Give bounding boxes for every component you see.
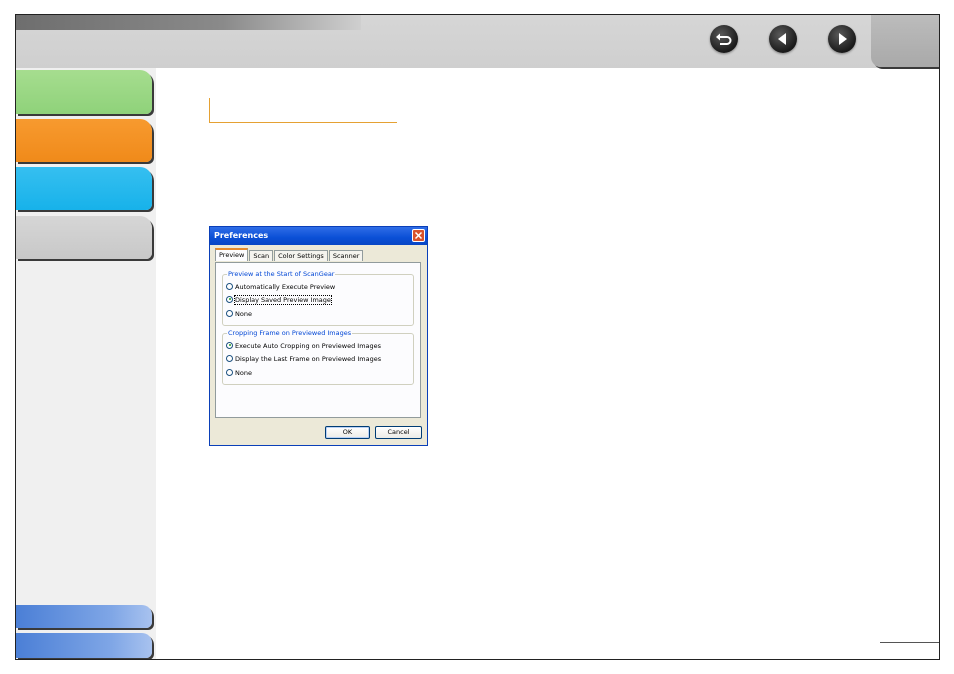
top-right-tab[interactable]: [871, 15, 939, 67]
sidebar-tab-gray[interactable]: [16, 216, 152, 259]
radio-icon: [226, 282, 233, 290]
page-frame: Preferences Preview Scan Color Settings …: [15, 14, 940, 660]
page-number-rule: [880, 642, 939, 643]
section-heading-rule: [209, 98, 397, 123]
group-legend: Preview at the Start of ScanGear: [227, 270, 336, 279]
ok-button[interactable]: OK: [325, 426, 370, 439]
top-bar: [16, 15, 939, 68]
sidebar-tab-orange[interactable]: [16, 119, 152, 162]
radio-icon: [226, 368, 233, 376]
sidebar: [16, 68, 156, 659]
back-icon[interactable]: [710, 25, 738, 53]
sidebar-tab-blue-lower[interactable]: [16, 633, 152, 658]
previous-page-icon[interactable]: [769, 25, 797, 53]
radio-selected-icon: [226, 341, 233, 349]
radio-auto-cropping[interactable]: Execute Auto Cropping on Previewed Image…: [226, 341, 381, 351]
tab-scan[interactable]: Scan: [249, 250, 274, 261]
radio-label: Execute Auto Cropping on Previewed Image…: [235, 342, 382, 350]
radio-selected-icon: [226, 295, 233, 303]
cropping-frame-group: Cropping Frame on Previewed Images Execu…: [222, 329, 414, 385]
radio-label: Display the Last Frame on Previewed Imag…: [235, 355, 382, 363]
sidebar-tab-cyan[interactable]: [16, 167, 152, 210]
dialog-tabs: Preview Scan Color Settings Scanner: [215, 248, 364, 262]
radio-label: Display Saved Preview Image: [234, 295, 332, 305]
radio-icon: [226, 354, 233, 362]
next-page-icon[interactable]: [828, 25, 856, 53]
cancel-button[interactable]: Cancel: [375, 426, 422, 439]
dialog-title: Preferences: [214, 231, 269, 240]
close-icon[interactable]: [412, 229, 425, 242]
radio-last-frame[interactable]: Display the Last Frame on Previewed Imag…: [226, 354, 381, 364]
top-bar-strip: [16, 15, 361, 30]
radio-none-preview[interactable]: None: [226, 309, 252, 319]
tab-scanner[interactable]: Scanner: [328, 250, 364, 261]
radio-label: Automatically Execute Preview: [235, 283, 336, 291]
radio-auto-preview[interactable]: Automatically Execute Preview: [226, 282, 335, 292]
dialog-title-bar: Preferences: [210, 227, 427, 245]
radio-none-cropping[interactable]: None: [226, 368, 252, 378]
radio-display-saved-preview[interactable]: Display Saved Preview Image: [226, 295, 332, 305]
tab-preview[interactable]: Preview: [215, 248, 249, 261]
preview-start-group: Preview at the Start of ScanGear Automat…: [222, 270, 414, 326]
radio-label: None: [235, 310, 252, 318]
radio-icon: [226, 309, 233, 317]
radio-label: None: [235, 369, 252, 377]
sidebar-tab-green[interactable]: [16, 70, 152, 114]
preferences-dialog: Preferences Preview Scan Color Settings …: [209, 226, 428, 446]
sidebar-tab-blue-upper[interactable]: [16, 605, 152, 628]
tab-color-settings[interactable]: Color Settings: [274, 250, 328, 261]
tab-panel: Preview at the Start of ScanGear Automat…: [215, 262, 421, 418]
group-legend: Cropping Frame on Previewed Images: [227, 329, 353, 338]
